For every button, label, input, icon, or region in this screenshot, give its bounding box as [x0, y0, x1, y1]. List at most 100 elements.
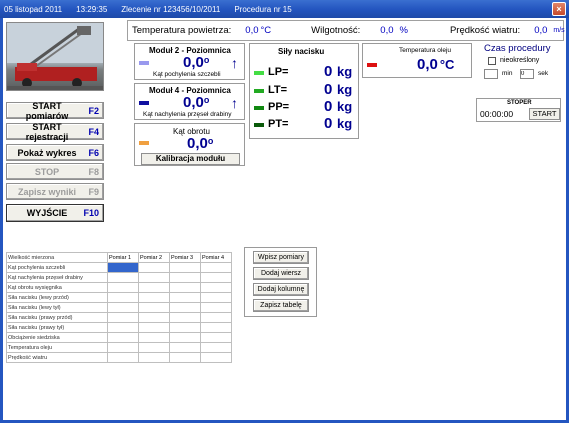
table-cell[interactable] [169, 342, 201, 353]
table-cell[interactable] [138, 282, 170, 293]
procedure-time-panel: Czas procedury nieokreślony min sek [476, 43, 560, 95]
force-pt-unit: kg [337, 116, 353, 131]
save-results-key: F9 [88, 186, 99, 197]
exit-button[interactable]: WYJŚCIE F10 [6, 204, 104, 222]
start-measure-button[interactable]: START pomiarów F2 [6, 100, 104, 121]
stopwatch-start-button[interactable]: START [529, 108, 560, 120]
table-column-header[interactable]: Pomiar 2 [138, 252, 170, 263]
table-cell[interactable] [200, 322, 232, 333]
exit-key: F10 [83, 208, 99, 218]
module4-caption: Kąt nachylenia przęseł drabiny [143, 111, 232, 118]
table-cell[interactable] [138, 332, 170, 343]
table-cell[interactable] [169, 352, 201, 363]
calibrate-button[interactable]: Kalibracja modułu [141, 153, 240, 165]
force-lp-label: LP= [268, 66, 289, 78]
table-cell[interactable] [200, 262, 232, 273]
table-cell[interactable] [107, 342, 139, 353]
rotation-panel: Kąt obrotu 0,0o Kalibracja modułu [134, 123, 245, 166]
table-row-label: Siła nacisku (prawy przód) [6, 312, 108, 323]
table-cell[interactable] [138, 342, 170, 353]
table-row-label: Temperatura oleju [6, 342, 108, 353]
save-results-label: Zapisz wyniki [17, 186, 77, 197]
stop-key: F8 [88, 166, 99, 177]
module4-unit: o [203, 95, 210, 105]
table-row: Prędkość wiatru [6, 352, 232, 363]
table-cell[interactable] [169, 322, 201, 333]
table-cell[interactable] [138, 272, 170, 283]
write-measure-button[interactable]: Wpisz pomiary [253, 251, 309, 264]
table-cell[interactable] [107, 352, 139, 363]
table-cell[interactable] [138, 292, 170, 303]
table-row-label: Kąt obrotu wysięgnika [6, 282, 108, 293]
unlimited-checkbox[interactable] [488, 57, 496, 65]
table-cell[interactable] [138, 302, 170, 313]
humidity-value: 0,0 [380, 25, 394, 36]
table-cell[interactable] [200, 292, 232, 303]
stop-button[interactable]: STOP F8 [6, 163, 104, 180]
table-cell[interactable] [200, 352, 232, 363]
table-row-label: Siła nacisku (prawy tył) [6, 322, 108, 333]
force-lt-value: 0 [324, 81, 333, 98]
table-row: Kąt obrotu wysięgnika [6, 282, 232, 293]
fire-truck-image [7, 23, 103, 90]
table-cell[interactable] [169, 292, 201, 303]
module4-panel: Moduł 4 - Poziomnica 0,0o ↑ Kąt nachylen… [134, 83, 245, 120]
table-column-header[interactable]: Pomiar 4 [200, 252, 232, 263]
table-column-header[interactable]: Pomiar 1 [107, 252, 139, 263]
table-column-header[interactable]: Pomiar 3 [169, 252, 201, 263]
start-measure-label: START pomiarów [25, 100, 69, 121]
module4-value: 0,0 [183, 94, 204, 111]
table-cell[interactable] [138, 312, 170, 323]
add-row-button[interactable]: Dodaj wiersz [253, 267, 309, 280]
module4-color-swatch [139, 101, 149, 105]
table-cell[interactable] [107, 302, 139, 313]
table-cell[interactable] [169, 282, 201, 293]
procedure-time-title: Czas procedury [484, 43, 551, 54]
start-register-button[interactable]: START rejestracji F4 [6, 122, 104, 142]
table-cell[interactable] [169, 272, 201, 283]
table-cell[interactable] [107, 262, 139, 273]
table-cell[interactable] [138, 262, 170, 273]
arrow-up-icon: ↑ [231, 55, 238, 71]
table-cell[interactable] [107, 332, 139, 343]
module2-reading: 0,0o [183, 54, 209, 71]
table-cell[interactable] [138, 352, 170, 363]
module4-reading: 0,0o [183, 94, 209, 111]
air-temp-unit: °C [260, 25, 272, 36]
table-cell[interactable] [200, 302, 232, 313]
table-cell[interactable] [169, 312, 201, 323]
table-cell[interactable] [107, 292, 139, 303]
table-cell[interactable] [107, 272, 139, 283]
table-cell[interactable] [107, 282, 139, 293]
show-chart-button[interactable]: Pokaż wykres F6 [6, 144, 104, 161]
rotation-reading: 0,0o [187, 135, 213, 152]
oil-temp-panel: Temperatura oleju 0,0 °C [362, 43, 472, 78]
forces-title: Siły nacisku [278, 47, 325, 56]
table-cell[interactable] [200, 332, 232, 343]
save-table-button[interactable]: Zapisz tabelę [253, 299, 309, 312]
table-cell[interactable] [200, 312, 232, 323]
add-column-button[interactable]: Dodaj kolumnę [253, 283, 309, 296]
table-cell[interactable] [200, 272, 232, 283]
air-temp-label: Temperatura powietrza: [132, 25, 232, 36]
measurement-table: Wielkość mierzona Pomiar 1 Pomiar 2 Pomi… [6, 252, 232, 363]
table-row-label: Kąt nachylenia przęseł drabiny [6, 272, 108, 283]
minutes-input[interactable] [484, 69, 498, 79]
table-cell[interactable] [169, 302, 201, 313]
table-row: Siła nacisku (prawy przód) [6, 312, 232, 323]
table-cell[interactable] [200, 342, 232, 353]
table-row: Siła nacisku (lewy przód) [6, 292, 232, 303]
table-row: Kąt nachylenia przęseł drabiny [6, 272, 232, 283]
close-button[interactable]: × [552, 2, 566, 16]
table-cell[interactable] [169, 332, 201, 343]
table-cell[interactable] [169, 262, 201, 273]
table-cell[interactable] [138, 322, 170, 333]
start-measure-key: F2 [88, 105, 99, 116]
force-lp-row: LP= 0 kg [250, 63, 360, 83]
table-cell[interactable] [107, 312, 139, 323]
stopwatch-title: STOPER [507, 100, 532, 106]
table-cell[interactable] [200, 282, 232, 293]
seconds-input[interactable] [520, 69, 534, 79]
save-results-button[interactable]: Zapisz wyniki F9 [6, 183, 104, 200]
table-cell[interactable] [107, 322, 139, 333]
